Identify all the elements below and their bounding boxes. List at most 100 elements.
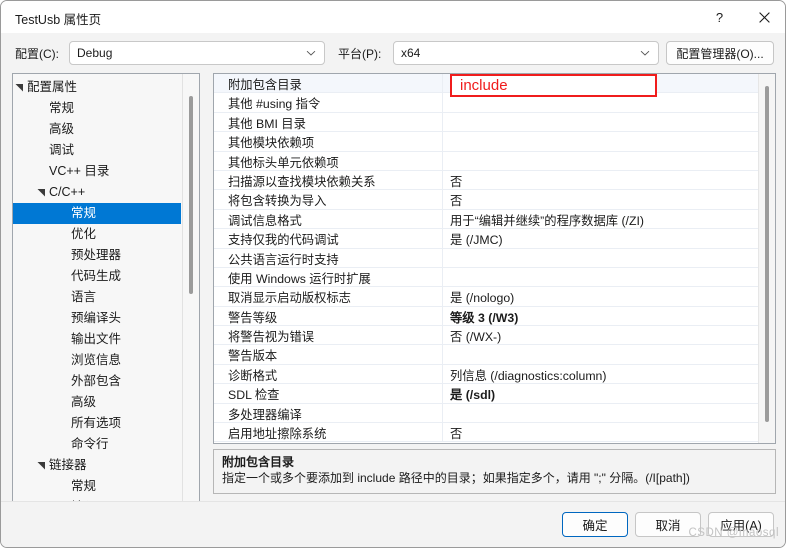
column-divider — [442, 229, 443, 248]
property-row[interactable]: 多处理器编译 — [214, 403, 759, 424]
property-name: 使用 Windows 运行时扩展 — [228, 271, 371, 286]
property-row[interactable]: 调试信息格式 用于“编辑并继续”的程序数据库 (/ZI) — [214, 209, 759, 230]
apply-button[interactable]: 应用(A) — [708, 512, 774, 537]
config-manager-button[interactable]: 配置管理器(O)... — [666, 41, 774, 65]
property-grid[interactable]: 附加包含目录 include 其他 #using 指令 其他 BMI 目录 其他模块依赖… — [213, 73, 776, 444]
title-bar: TestUsb 属性页 ? — [1, 1, 785, 33]
tree-scrollbar-thumb[interactable] — [189, 96, 193, 294]
column-divider — [442, 403, 443, 423]
tree-item[interactable]: 命令行 — [13, 434, 183, 455]
property-row[interactable]: SDL 检查 是 (/sdl) — [214, 384, 759, 404]
property-row[interactable]: 支持仅我的代码调试 是 (/JMC) — [214, 229, 759, 249]
tree-item[interactable]: 配置属性 — [13, 77, 183, 98]
description-body: 指定一个或多个要添加到 include 路径中的目录；如果指定多个，请用 ";"… — [222, 471, 690, 485]
tree-item-label: 命令行 — [71, 437, 109, 451]
additional-include-directories-input[interactable]: include — [450, 74, 657, 97]
property-name: 将包含转换为导入 — [228, 194, 327, 209]
help-button[interactable]: ? — [697, 1, 742, 33]
tree-item-label: 预编译头 — [71, 311, 122, 325]
property-row[interactable]: 其他 BMI 目录 — [214, 112, 759, 133]
tree-item[interactable]: 链接器 — [13, 455, 183, 476]
property-row[interactable]: 警告等级 等级 3 (/W3) — [214, 306, 759, 327]
property-row[interactable]: 使用 Windows 运行时扩展 — [214, 267, 759, 288]
expanded-triangle-icon[interactable] — [37, 461, 46, 470]
tree-item[interactable]: 输出文件 — [13, 329, 183, 350]
tree-item-label: 外部包含 — [71, 374, 122, 388]
additional-include-directories-value: include — [460, 76, 508, 94]
property-value[interactable]: 列信息 (/diagnostics:column) — [450, 366, 607, 384]
property-name: 警告等级 — [228, 310, 278, 325]
property-row[interactable]: 警告版本 — [214, 345, 759, 365]
property-name: 扫描源以查找模块依赖关系 — [228, 174, 376, 189]
property-grid-scrollbar[interactable] — [758, 74, 775, 443]
property-row[interactable]: 公共语言运行时支持 — [214, 248, 759, 268]
property-value[interactable]: 等级 3 (/W3) — [450, 308, 518, 326]
property-value[interactable]: 是 (/nologo) — [450, 288, 514, 306]
property-value[interactable]: 用于“编辑并继续”的程序数据库 (/ZI) — [450, 211, 644, 229]
property-pages-dialog: TestUsb 属性页 ? 配置(C): Debug 平台(P): x64 配置… — [0, 0, 786, 548]
column-divider — [442, 423, 443, 442]
configuration-label: 配置(C): — [15, 47, 59, 61]
property-value[interactable]: 是 (/JMC) — [450, 230, 503, 248]
column-divider — [442, 93, 443, 112]
tree-item[interactable]: 代码生成 — [13, 266, 183, 287]
property-row[interactable]: 其他标头单元依赖项 — [214, 151, 759, 171]
column-divider — [442, 209, 443, 229]
tree-item[interactable]: 优化 — [13, 224, 183, 245]
cancel-button[interactable]: 取消 — [635, 512, 701, 537]
tree-item-label: 常规 — [49, 101, 75, 115]
tree-item[interactable]: 浏览信息 — [13, 350, 183, 371]
property-name: 启用地址擦除系统 — [228, 427, 327, 442]
tree-item-label: 输出文件 — [71, 332, 122, 346]
property-value[interactable]: 是 (/sdl) — [450, 385, 495, 403]
property-value[interactable]: 否 (/WX-) — [450, 327, 501, 345]
tree-item[interactable]: 语言 — [13, 287, 183, 308]
chevron-down-icon — [306, 50, 316, 56]
expanded-triangle-icon[interactable] — [37, 188, 46, 197]
property-name: 取消显示启动版权标志 — [228, 291, 351, 306]
property-value[interactable]: 否 — [450, 191, 462, 209]
tree-item[interactable]: 高级 — [13, 119, 183, 140]
chevron-down-icon — [640, 50, 650, 56]
tree-item-label: 预处理器 — [71, 248, 122, 262]
tree-item[interactable]: 常规 — [13, 203, 181, 224]
tree-item[interactable]: 外部包含 — [13, 371, 183, 392]
tree-item[interactable]: 常规 — [13, 98, 183, 119]
property-value[interactable]: 否 — [450, 424, 462, 442]
tree-item-label: 常规 — [71, 479, 97, 493]
settings-tree[interactable]: 配置属性 常规 高级 调试 VC++ 目录 C/C++ 常规 优化 预处理器 代码生成 语言 预编译头… — [12, 73, 200, 516]
property-row[interactable]: 启用地址擦除系统 否 — [214, 423, 759, 443]
property-row[interactable]: 将警告视为错误 否 (/WX-) — [214, 326, 759, 346]
property-row[interactable]: 附加包含目录 include — [214, 74, 759, 97]
property-row[interactable]: 将包含转换为导入 否 — [214, 190, 759, 210]
close-button[interactable] — [742, 1, 785, 33]
tree-item-list: 配置属性 常规 高级 调试 VC++ 目录 C/C++ 常规 优化 预处理器 代码生成 语言 预编译头… — [13, 77, 183, 515]
column-divider — [442, 364, 443, 384]
tree-item[interactable]: 预编译头 — [13, 308, 183, 329]
tree-item[interactable]: 高级 — [13, 392, 183, 413]
configuration-combobox[interactable]: Debug — [69, 41, 325, 65]
tree-item[interactable]: 所有选项 — [13, 413, 183, 434]
expanded-triangle-icon[interactable] — [15, 83, 24, 92]
property-row[interactable]: 其他模块依赖项 — [214, 132, 759, 152]
tree-item[interactable]: 预处理器 — [13, 245, 183, 266]
property-row[interactable]: 诊断格式 列信息 (/diagnostics:column) — [214, 364, 759, 385]
tree-scrollbar[interactable] — [182, 74, 199, 515]
tree-item[interactable]: VC++ 目录 — [13, 161, 183, 182]
property-name: SDL 检查 — [228, 388, 280, 403]
ok-button[interactable]: 确定 — [562, 512, 628, 537]
property-row[interactable]: 取消显示启动版权标志 是 (/nologo) — [214, 287, 759, 307]
column-divider — [442, 132, 443, 151]
platform-combobox[interactable]: x64 — [393, 41, 659, 65]
property-grid-scrollbar-thumb[interactable] — [765, 86, 769, 422]
column-divider — [442, 326, 443, 345]
property-value[interactable]: 否 — [450, 172, 462, 190]
platform-label: 平台(P): — [338, 47, 382, 61]
tree-item[interactable]: 调试 — [13, 140, 183, 161]
property-row[interactable]: 扫描源以查找模块依赖关系 否 — [214, 170, 759, 191]
property-name: 公共语言运行时支持 — [228, 252, 339, 267]
property-name: 警告版本 — [228, 349, 278, 364]
property-name: 调试信息格式 — [228, 213, 302, 228]
tree-item[interactable]: C/C++ — [13, 182, 183, 203]
tree-item[interactable]: 常规 — [13, 476, 183, 497]
